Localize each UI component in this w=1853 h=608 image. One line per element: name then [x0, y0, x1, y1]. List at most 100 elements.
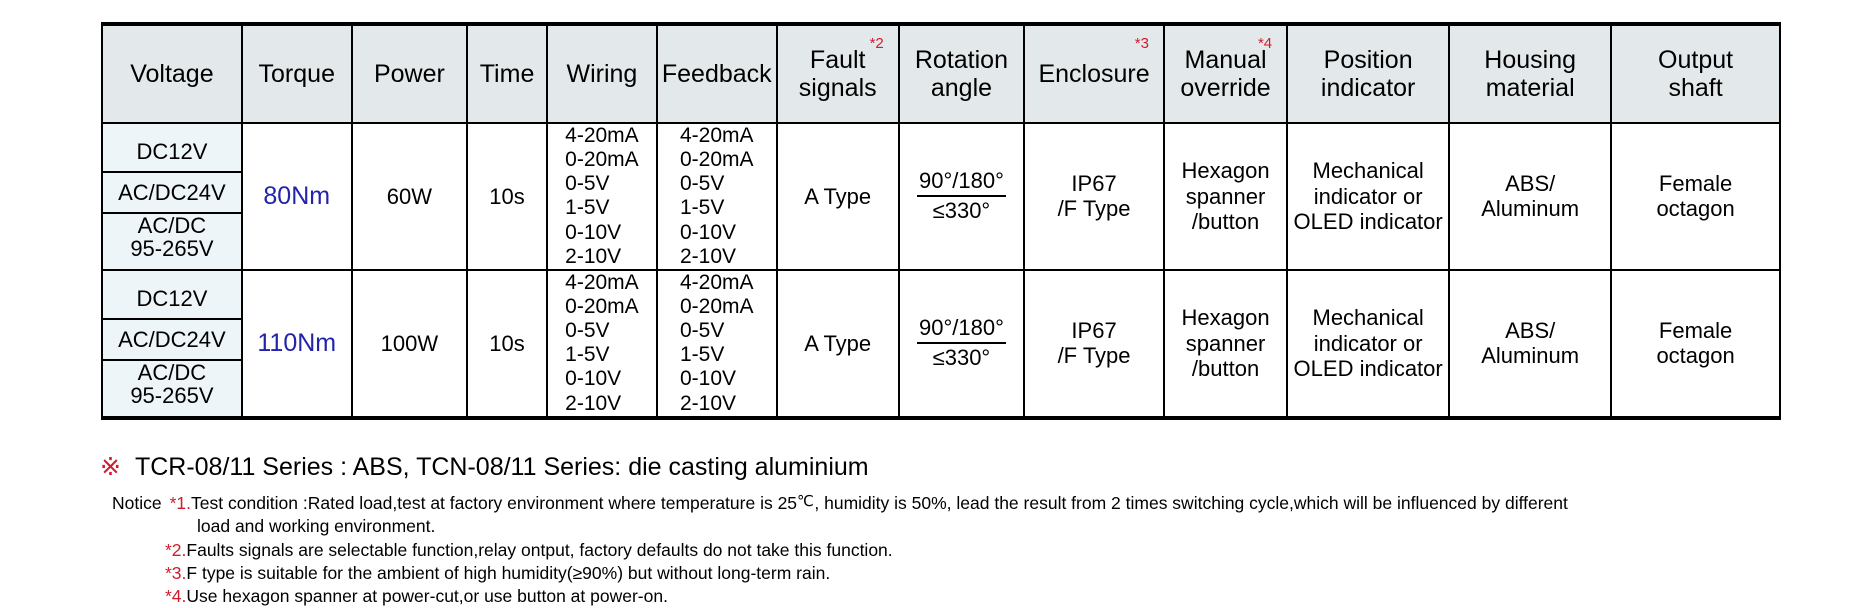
feedback-signal: 0-5V — [680, 319, 725, 343]
reference-mark-icon: ※ — [100, 453, 121, 481]
footnote-text: Faults signals are selectable function,r… — [186, 539, 893, 560]
manual-override-line: /button — [1191, 356, 1260, 382]
table-row: DC12V AC/DC24V AC/DC 95-265V 80Nm 60W 10s… — [101, 123, 1781, 271]
manual-override-line: spanner — [1185, 183, 1266, 209]
notice-label: Notice — [112, 493, 162, 513]
col-header-output-shaft-line2: shaft — [1668, 74, 1723, 102]
fault-signals-value: A Type — [804, 183, 872, 209]
voltage-option-text: 95-265V — [130, 236, 214, 262]
col-header-housing-material: Housing material — [1448, 24, 1613, 124]
footnote-text: , humidity is 50%, lead the result from … — [814, 493, 1568, 513]
rotation-angle-fraction: 90°/180° ≤330° — [917, 168, 1006, 225]
feedback-signal: 0-20mA — [680, 294, 754, 318]
cell-manual-override: Hexagon spanner /button — [1162, 269, 1289, 418]
position-indicator-line: indicator or — [1313, 330, 1423, 356]
col-header-enclosure-label: Enclosure — [1038, 59, 1150, 88]
rotation-angle-numerator: 90°/180° — [917, 168, 1006, 198]
series-note-text: TCR-08/11 Series : ABS, TCN-08/11 Series… — [134, 453, 869, 481]
voltage-option: AC/DC 95-265V — [103, 214, 241, 260]
col-header-feedback-label: Feedback — [661, 59, 772, 88]
manual-override-line: Hexagon — [1181, 304, 1270, 330]
cell-fault-signals: A Type — [775, 123, 900, 271]
wiring-signal: 2-10V — [565, 391, 622, 415]
col-header-torque-label: Torque — [258, 59, 335, 88]
voltage-option-text: AC/DC24V — [118, 327, 226, 353]
voltage-option: AC/DC24V — [103, 173, 241, 215]
wiring-signal: 1-5V — [565, 343, 610, 367]
wiring-signal: 0-10V — [565, 220, 622, 244]
specification-table-container: Voltage Torque Power Time Wiring Feedbac… — [101, 22, 1781, 420]
feedback-signal: 0-20mA — [680, 148, 754, 172]
cell-feedback: 4-20mA 0-20mA 0-5V 1-5V 0-10V 2-10V — [655, 123, 778, 271]
wiring-signal: 4-20mA — [565, 124, 639, 147]
position-indicator-line: Mechanical — [1312, 304, 1424, 330]
col-header-output-shaft-line1: Output — [1658, 45, 1734, 74]
voltage-option: DC12V — [103, 132, 241, 174]
wiring-signal: 4-20mA — [565, 270, 639, 294]
footnote-text: F type is suitable for the ambient of hi… — [186, 562, 831, 583]
footnote-number: *3. — [165, 562, 187, 583]
footnote-item: *3. F type is suitable for the ambient o… — [112, 562, 1832, 585]
feedback-signal-list: 4-20mA 0-20mA 0-5V 1-5V 0-10V 2-10V — [680, 271, 754, 416]
output-shaft-line: octagon — [1656, 343, 1735, 369]
wiring-signal-list: 4-20mA 0-20mA 0-5V 1-5V 0-10V 2-10V — [565, 271, 639, 416]
time-value: 10s — [489, 183, 525, 209]
voltage-option-text: AC/DC — [137, 360, 207, 386]
housing-material-line: Aluminum — [1481, 196, 1580, 222]
col-header-fault-signals: *2 Fault signals — [775, 24, 900, 124]
wiring-signal: 1-5V — [565, 196, 610, 220]
torque-value: 110Nm — [257, 328, 337, 357]
series-note: ※ TCR-08/11 Series : ABS, TCN-08/11 Serie… — [100, 452, 869, 482]
col-header-position-indicator: Position indicator — [1286, 24, 1451, 124]
col-header-time-label: Time — [479, 59, 535, 88]
feedback-signal: 0-10V — [680, 367, 737, 391]
wiring-signal: 0-5V — [565, 319, 610, 343]
position-indicator-line: Mechanical — [1312, 158, 1424, 184]
rotation-angle-fraction: 90°/180° ≤330° — [917, 315, 1006, 372]
cell-feedback: 4-20mA 0-20mA 0-5V 1-5V 0-10V 2-10V — [655, 269, 778, 418]
cell-power: 60W — [350, 123, 469, 271]
footnote-item: Notice *1. Test condition :Rated load,te… — [112, 492, 1832, 515]
footnote-text: Test condition :Rated load,test at facto… — [191, 493, 798, 513]
cell-voltage: DC12V AC/DC24V AC/DC 95-265V — [101, 123, 243, 271]
wiring-signal: 2-10V — [565, 244, 622, 268]
voltage-option: DC12V — [103, 279, 241, 321]
cell-position-indicator: Mechanical indicator or OLED indicator — [1286, 269, 1451, 418]
position-indicator-line: indicator or — [1313, 183, 1423, 209]
table-row: DC12V AC/DC24V AC/DC 95-265V 110Nm 100W 1… — [101, 269, 1781, 418]
cell-fault-signals: A Type — [775, 269, 900, 418]
footnote-marker-4: *4 — [1257, 35, 1273, 52]
footnote-number: *4. — [165, 586, 187, 607]
footnote-marker-2: *2 — [869, 35, 884, 52]
torque-value: 80Nm — [263, 181, 331, 210]
housing-material-line: Aluminum — [1481, 343, 1580, 369]
cell-torque: 110Nm — [240, 269, 353, 418]
feedback-signal: 4-20mA — [680, 124, 754, 147]
manual-override-line: Hexagon — [1181, 158, 1270, 184]
cell-voltage: DC12V AC/DC24V AC/DC 95-265V — [101, 269, 243, 418]
wiring-signal: 0-20mA — [565, 148, 639, 172]
footnote-text: load and working environment. — [197, 516, 436, 537]
output-shaft-line: Female — [1658, 317, 1733, 343]
enclosure-value-line: /F Type — [1057, 196, 1131, 222]
col-header-manual-override: *4 Manual override — [1162, 24, 1289, 124]
time-value: 10s — [489, 330, 525, 356]
feedback-signal: 0-10V — [680, 220, 737, 244]
cell-time: 10s — [466, 269, 548, 418]
cell-output-shaft: Female octagon — [1610, 123, 1781, 271]
cell-power: 100W — [350, 269, 469, 418]
feedback-signal: 0-5V — [680, 172, 725, 196]
cell-position-indicator: Mechanical indicator or OLED indicator — [1286, 123, 1451, 271]
col-header-rotation-angle-line1: Rotation — [914, 45, 1008, 74]
wiring-signal: 0-10V — [565, 367, 622, 391]
col-header-torque: Torque — [240, 24, 353, 124]
col-header-voltage: Voltage — [101, 24, 243, 124]
wiring-signal-list: 4-20mA 0-20mA 0-5V 1-5V 0-10V 2-10V — [565, 124, 639, 269]
position-indicator-line: OLED indicator — [1293, 356, 1443, 382]
col-header-time: Time — [466, 24, 548, 124]
footnote-number: *1. — [169, 493, 192, 513]
voltage-option-stack: DC12V AC/DC24V AC/DC 95-265V — [103, 132, 241, 260]
feedback-signal: 2-10V — [680, 391, 737, 415]
col-header-wiring-label: Wiring — [566, 59, 638, 88]
enclosure-value-line: /F Type — [1057, 343, 1131, 369]
